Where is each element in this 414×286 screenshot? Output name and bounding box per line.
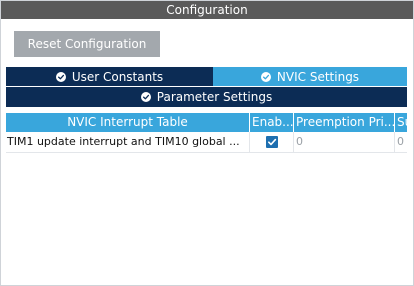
check-icon — [267, 138, 276, 146]
preemption-priority-cell[interactable]: 0 — [294, 132, 395, 152]
column-header-sub-priority[interactable]: Su — [395, 113, 407, 132]
enabled-cell — [250, 132, 294, 152]
sub-priority-cell[interactable]: 0 — [395, 132, 407, 152]
panel-title: Configuration — [1, 1, 413, 19]
table-row[interactable]: TIM1 update interrupt and TIM10 global .… — [6, 132, 407, 153]
check-circle-icon — [260, 71, 271, 82]
reset-configuration-button[interactable]: Reset Configuration — [14, 31, 160, 57]
tab-label: Parameter Settings — [156, 90, 273, 104]
table-header: NVIC Interrupt Table Enab... Preemption … — [6, 113, 407, 132]
tab-bar-second-row: Parameter Settings — [6, 87, 407, 107]
column-header-interrupt[interactable]: NVIC Interrupt Table — [6, 113, 250, 132]
column-header-enabled[interactable]: Enab... — [250, 113, 294, 132]
check-circle-icon — [140, 92, 151, 102]
interrupt-name-cell: TIM1 update interrupt and TIM10 global .… — [6, 132, 250, 152]
tab-parameter-settings[interactable]: Parameter Settings — [6, 87, 407, 107]
column-header-preemption-priority[interactable]: Preemption Pri... — [294, 113, 395, 132]
enabled-checkbox[interactable] — [265, 136, 278, 148]
tab-bar: User Constants NVIC Settings — [6, 67, 407, 86]
check-circle-icon — [55, 71, 66, 82]
tab-user-constants[interactable]: User Constants — [6, 67, 213, 86]
tab-nvic-settings[interactable]: NVIC Settings — [213, 67, 407, 86]
nvic-interrupt-table: NVIC Interrupt Table Enab... Preemption … — [6, 113, 407, 153]
tab-label: NVIC Settings — [276, 69, 360, 84]
configuration-panel: Configuration Reset Configuration User C… — [0, 0, 414, 286]
tab-label: User Constants — [71, 69, 164, 84]
